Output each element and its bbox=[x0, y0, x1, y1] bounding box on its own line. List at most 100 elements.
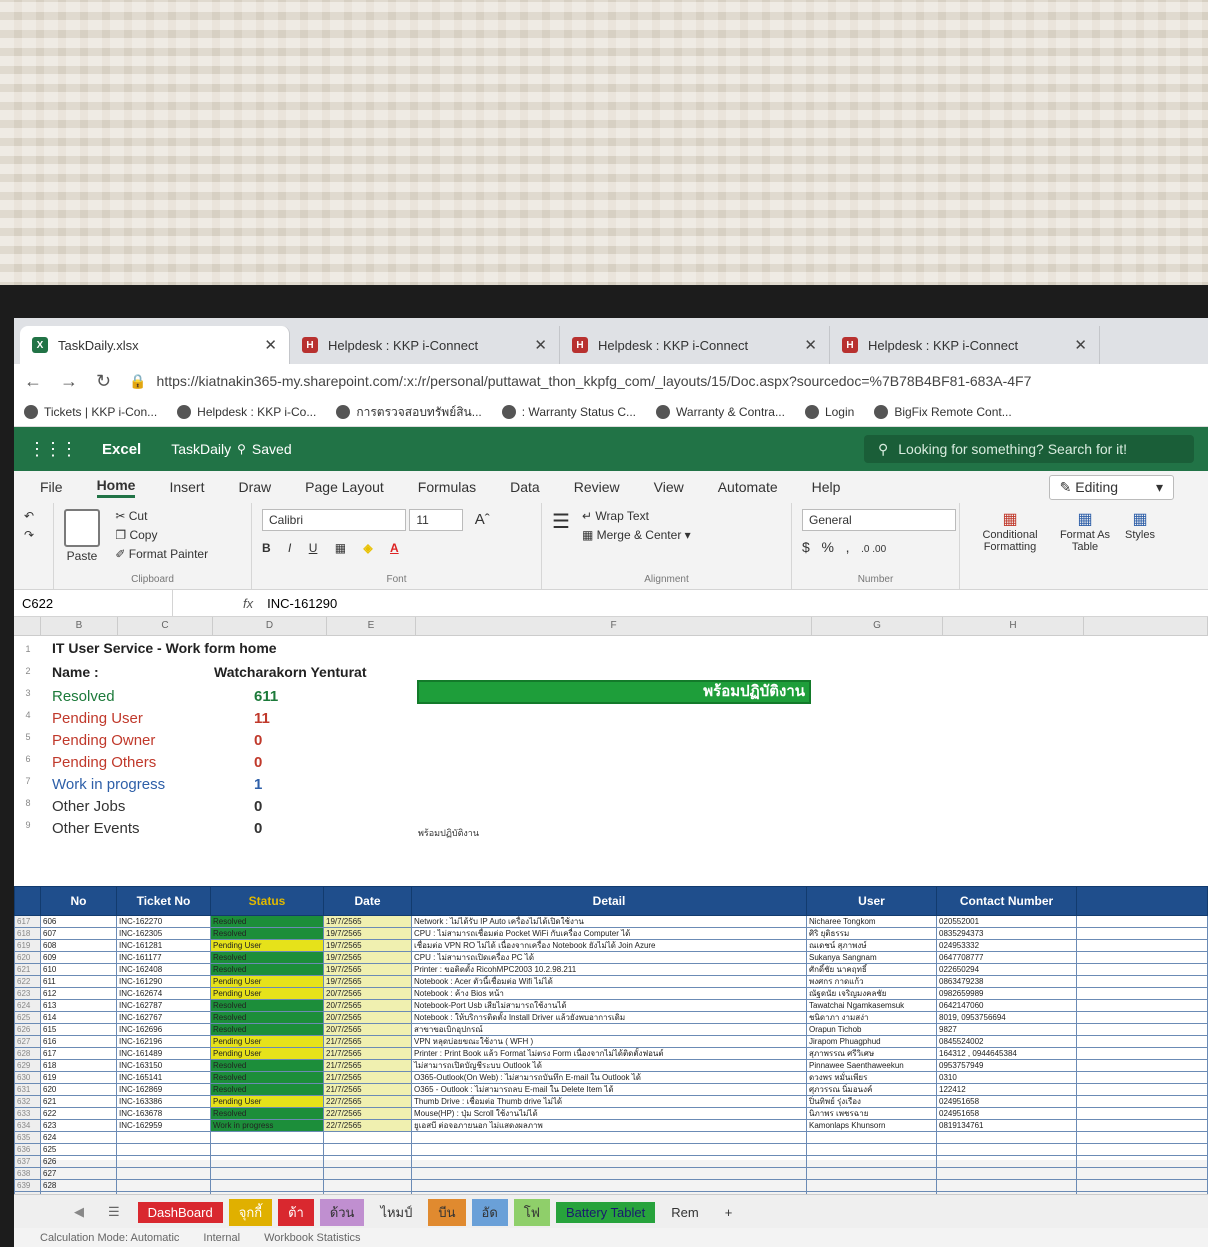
table-cell[interactable]: ศักดิ์ชัย นาคฤทธิ์ bbox=[806, 963, 937, 976]
row-header[interactable]: 631 bbox=[14, 1083, 41, 1096]
document-name[interactable]: TaskDaily bbox=[171, 441, 231, 457]
table-cell[interactable]: Pending User bbox=[210, 939, 324, 952]
sheet-tab[interactable]: Rem bbox=[661, 1201, 709, 1223]
column-header[interactable]: G bbox=[812, 617, 943, 635]
table-cell[interactable]: Tawatchai Ngamkasemsuk bbox=[806, 999, 937, 1012]
table-cell[interactable] bbox=[806, 1167, 937, 1180]
table-cell[interactable]: 024953332 bbox=[936, 939, 1077, 952]
table-cell[interactable]: 19/7/2565 bbox=[323, 975, 412, 988]
table-cell[interactable]: INC-161290 bbox=[116, 975, 211, 988]
table-cell[interactable] bbox=[806, 1143, 937, 1156]
table-cell[interactable]: 8019, 0953756694 bbox=[936, 1011, 1077, 1024]
table-cell[interactable]: Printer : ขอติดตั้ง RicohMPC2003 10.2.98… bbox=[411, 963, 807, 976]
browser-tab[interactable]: H Helpdesk : KKP i-Connect ✕ bbox=[830, 326, 1100, 364]
table-cell[interactable]: Pending User bbox=[210, 987, 324, 1000]
table-cell[interactable] bbox=[116, 1131, 211, 1144]
table-cell[interactable] bbox=[1076, 987, 1208, 1000]
column-header[interactable]: E bbox=[327, 617, 416, 635]
table-cell[interactable] bbox=[1076, 1059, 1208, 1072]
merge-center-button[interactable]: ▦ Merge & Center ▾ bbox=[552, 528, 781, 542]
row-header[interactable]: 5 bbox=[16, 732, 40, 742]
row-header[interactable]: 624 bbox=[14, 999, 41, 1012]
sheet-tab[interactable]: บีน bbox=[428, 1198, 466, 1226]
column-header[interactable]: F bbox=[416, 617, 812, 635]
table-cell[interactable] bbox=[411, 1155, 807, 1168]
font-color-icon[interactable]: A bbox=[390, 541, 399, 555]
table-cell[interactable]: 0982659989 bbox=[936, 987, 1077, 1000]
table-cell[interactable]: INC-163678 bbox=[116, 1107, 211, 1120]
table-cell[interactable] bbox=[1076, 927, 1208, 940]
format-painter-button[interactable]: ✐ Format Painter bbox=[115, 547, 208, 561]
table-cell[interactable]: Resolved bbox=[210, 927, 324, 940]
percent-icon[interactable]: % bbox=[821, 539, 833, 555]
table-cell[interactable] bbox=[1076, 1095, 1208, 1108]
all-sheets-icon[interactable]: ☰ bbox=[108, 1204, 120, 1220]
table-cell[interactable] bbox=[936, 1143, 1077, 1156]
table-cell[interactable] bbox=[210, 1167, 324, 1180]
table-cell[interactable] bbox=[1076, 1131, 1208, 1144]
table-cell[interactable]: 20/7/2565 bbox=[323, 999, 412, 1012]
row-header[interactable]: 633 bbox=[14, 1107, 41, 1120]
browser-tab[interactable]: X TaskDaily.xlsx ✕ bbox=[20, 326, 290, 364]
table-cell[interactable]: Resolved bbox=[210, 951, 324, 964]
row-header[interactable]: 627 bbox=[14, 1035, 41, 1048]
table-cell[interactable] bbox=[411, 1131, 807, 1144]
decimal-icon[interactable]: .0 .00 bbox=[861, 544, 886, 555]
copy-button[interactable]: ❐ Copy bbox=[115, 528, 208, 542]
table-cell[interactable]: Pending User bbox=[210, 1095, 324, 1108]
table-cell[interactable] bbox=[323, 1167, 412, 1180]
table-cell[interactable]: 122412 bbox=[936, 1083, 1077, 1096]
table-cell[interactable] bbox=[1076, 1167, 1208, 1180]
table-cell[interactable]: ดวงพร หมั่นเพียร bbox=[806, 1071, 937, 1084]
table-cell[interactable] bbox=[936, 1179, 1077, 1192]
table-cell[interactable]: 612 bbox=[40, 987, 117, 1000]
table-cell[interactable]: INC-162767 bbox=[116, 1011, 211, 1024]
search-input[interactable]: ⚲ Looking for something? Search for it! bbox=[864, 435, 1194, 463]
editing-mode-button[interactable]: ✎ Editing ▾ bbox=[1048, 474, 1174, 500]
ribbon-tab-help[interactable]: Help bbox=[812, 479, 841, 495]
table-cell[interactable] bbox=[210, 1143, 324, 1156]
table-header[interactable]: No bbox=[40, 886, 117, 916]
bold-icon[interactable]: B bbox=[262, 541, 271, 555]
table-cell[interactable]: 21/7/2565 bbox=[323, 1047, 412, 1060]
table-cell[interactable]: 611 bbox=[40, 975, 117, 988]
bookmark-item[interactable]: Helpdesk : KKP i-Co... bbox=[177, 405, 316, 419]
table-cell[interactable] bbox=[1076, 939, 1208, 952]
table-cell[interactable]: Notebook : Acer ตัวนี้เชื่อมต่อ Wifi ไม่… bbox=[411, 975, 807, 988]
forward-icon[interactable]: → bbox=[60, 371, 78, 392]
table-cell[interactable]: Kamonlaps Khunsorn bbox=[806, 1119, 937, 1132]
sheet-tab[interactable]: อัด bbox=[471, 1198, 508, 1226]
table-cell[interactable]: 610 bbox=[40, 963, 117, 976]
table-cell[interactable]: 607 bbox=[40, 927, 117, 940]
table-cell[interactable]: Printer : Print Book แล้ว Format ไม่ตรง … bbox=[411, 1047, 807, 1060]
table-cell[interactable]: Thumb Drive : เชื่อมต่อ Thumb drive ไม่ไ… bbox=[411, 1095, 807, 1108]
column-header[interactable]: C bbox=[118, 617, 213, 635]
table-cell[interactable] bbox=[806, 1131, 937, 1144]
table-cell[interactable] bbox=[936, 1155, 1077, 1168]
row-header[interactable]: 635 bbox=[14, 1131, 41, 1144]
table-cell[interactable]: INC-162408 bbox=[116, 963, 211, 976]
table-cell[interactable]: 0819134761 bbox=[936, 1119, 1077, 1132]
table-cell[interactable]: Notebook : ค้าง Bios หน้า bbox=[411, 987, 807, 1000]
table-cell[interactable]: 614 bbox=[40, 1011, 117, 1024]
table-cell[interactable] bbox=[1076, 1155, 1208, 1168]
browser-tab[interactable]: H Helpdesk : KKP i-Connect ✕ bbox=[290, 326, 560, 364]
wrap-text-button[interactable]: ↵ Wrap Text bbox=[552, 509, 781, 523]
table-cell[interactable]: ปิ่นทิพย์ รุ่งเรือง bbox=[806, 1095, 937, 1108]
table-cell[interactable]: Resolved bbox=[210, 1023, 324, 1036]
table-cell[interactable]: VPN หลุดบ่อยขณะใช้งาน ( WFH ) bbox=[411, 1035, 807, 1048]
table-cell[interactable]: 21/7/2565 bbox=[323, 1083, 412, 1096]
row-header[interactable]: 634 bbox=[14, 1119, 41, 1132]
close-tab-icon[interactable]: ✕ bbox=[264, 336, 277, 354]
table-cell[interactable]: 627 bbox=[40, 1167, 117, 1180]
table-cell[interactable]: Resolved bbox=[210, 999, 324, 1012]
row-header[interactable]: 620 bbox=[14, 951, 41, 964]
column-header[interactable] bbox=[1084, 617, 1208, 635]
table-cell[interactable]: INC-161177 bbox=[116, 951, 211, 964]
close-tab-icon[interactable]: ✕ bbox=[1074, 336, 1087, 354]
table-cell[interactable]: 615 bbox=[40, 1023, 117, 1036]
bookmark-item[interactable]: BigFix Remote Cont... bbox=[874, 405, 1012, 419]
table-cell[interactable] bbox=[1076, 1143, 1208, 1156]
table-cell[interactable] bbox=[116, 1167, 211, 1180]
table-cell[interactable] bbox=[210, 1179, 324, 1192]
